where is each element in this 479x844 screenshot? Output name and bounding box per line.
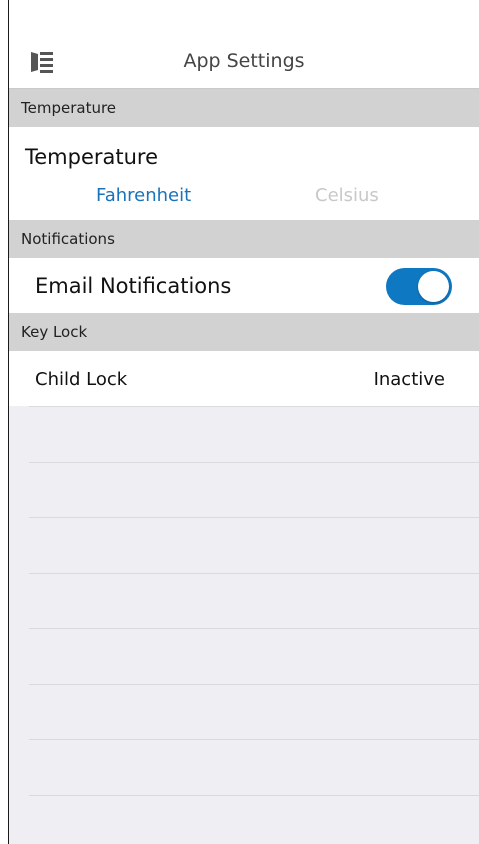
section-header-key-lock: Key Lock xyxy=(9,313,479,351)
page-title: App Settings xyxy=(183,50,305,72)
section-header-notifications: Notifications xyxy=(9,220,479,258)
email-notifications-label: Email Notifications xyxy=(35,274,232,298)
section-header-temperature: Temperature xyxy=(9,89,479,127)
row-separator xyxy=(29,462,479,463)
row-separator xyxy=(29,628,479,629)
row-separator xyxy=(29,573,479,574)
navigation-bar: App Settings xyxy=(9,0,479,89)
row-separator xyxy=(29,517,479,518)
row-separator xyxy=(29,684,479,685)
fahrenheit-option[interactable]: Fahrenheit xyxy=(96,185,191,206)
celsius-option[interactable]: Celsius xyxy=(315,185,379,206)
row-separator xyxy=(29,739,479,740)
temperature-cell: Temperature Fahrenheit Celsius xyxy=(9,127,479,220)
toggle-knob xyxy=(418,271,449,302)
temperature-title: Temperature xyxy=(25,145,159,169)
email-notifications-row: Email Notifications xyxy=(9,258,479,313)
child-lock-row[interactable]: Child Lock Inactive xyxy=(9,351,479,406)
row-separator xyxy=(29,406,479,407)
child-lock-value: Inactive xyxy=(373,369,445,390)
child-lock-label: Child Lock xyxy=(35,369,128,390)
row-separator xyxy=(29,795,479,796)
email-notifications-toggle[interactable] xyxy=(386,268,452,305)
settings-screen: App Settings Temperature Temperature Fah… xyxy=(8,0,479,844)
